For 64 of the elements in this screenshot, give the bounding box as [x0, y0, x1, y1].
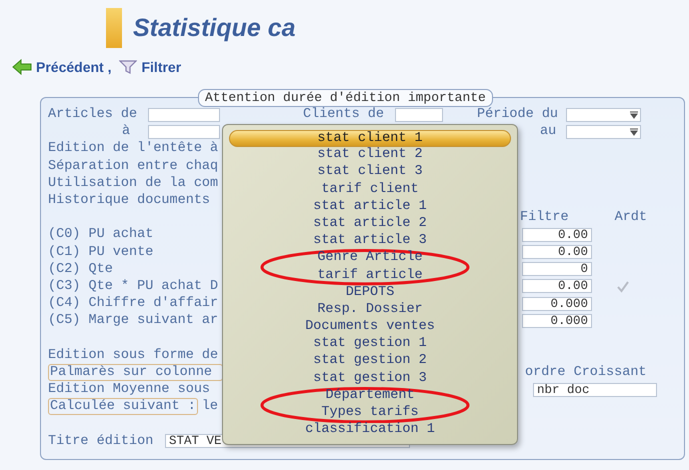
option-label: Edition Moyenne sous [48, 382, 210, 398]
back-arrow-icon [12, 59, 32, 75]
menu-item[interactable]: Documents ventes [229, 319, 511, 336]
field-label: au [540, 124, 556, 140]
menu-item[interactable]: Types tarifs [229, 405, 511, 422]
menu-item[interactable]: tarif article [229, 268, 511, 285]
date-field[interactable] [566, 108, 642, 122]
value-field[interactable]: 0.00 [522, 245, 592, 260]
column-label: (C4) Chiffre d'affair [48, 296, 218, 312]
column-label: (C5) Marge suivant ar [48, 313, 218, 328]
menu-item[interactable]: stat article 3 [229, 233, 511, 250]
column-label: (C1) PU vente [48, 244, 154, 260]
date-field[interactable] [566, 124, 642, 139]
menu-item[interactable]: Resp. Dossier [229, 302, 511, 320]
value-field[interactable]: 0.00 [522, 279, 592, 294]
menu-item[interactable]: stat gestion 1 [229, 336, 511, 354]
input-field[interactable] [148, 124, 220, 139]
field-label: à [122, 124, 132, 140]
input-field[interactable]: nbr doc [533, 382, 658, 397]
option-label: Calculée suivant : [48, 398, 198, 416]
menu-item[interactable]: stat client 2 [229, 147, 511, 164]
menu-item[interactable]: stat article 1 [229, 198, 511, 216]
menu-item[interactable]: Département [229, 388, 511, 405]
filter-icon [119, 59, 138, 75]
menu-item[interactable]: stat gestion 2 [229, 353, 511, 371]
menu-item[interactable]: stat client 1 [229, 130, 511, 148]
column-header: Filtre [520, 210, 569, 226]
option-label: Séparation entre chaq [48, 158, 218, 174]
option-label: Edition de l'entête à [48, 141, 218, 156]
value-field[interactable]: 0.000 [522, 296, 592, 311]
menu-item[interactable]: tarif client [229, 182, 511, 199]
sort-order-text: ordre Croissant [525, 364, 647, 380]
filter-link[interactable]: Filtrer [119, 59, 182, 75]
option-label: Palmarès sur colonne [48, 364, 223, 381]
value-field[interactable]: 0.000 [522, 314, 592, 328]
menu-item[interactable]: stat article 2 [229, 216, 511, 234]
back-link[interactable]: Précédent , [12, 59, 112, 75]
field-label: Période du [477, 107, 558, 122]
column-label: (C3) Qte * PU achat D [48, 278, 218, 294]
dropdown-icon [630, 128, 638, 136]
value-field[interactable]: 0.00 [522, 228, 592, 242]
menu-item[interactable]: stat client 3 [229, 164, 511, 182]
column-label: (C2) Qte [48, 262, 113, 277]
logo-bar [106, 8, 122, 48]
menu-item[interactable]: DEPOTS [229, 284, 511, 302]
menu-item[interactable]: stat gestion 3 [229, 370, 511, 388]
checkmark-icon[interactable] [616, 280, 630, 293]
option-label: Edition sous forme de [48, 348, 218, 363]
panel-legend: Attention durée d'édition importante [198, 89, 493, 107]
menu-item[interactable]: Genre Article [229, 250, 511, 268]
dropdown-icon [630, 110, 638, 119]
option-label: Utilisation de la com [48, 176, 218, 191]
column-label: (C0) PU achat [48, 227, 154, 242]
menu-item[interactable]: classification 1 [229, 422, 511, 440]
input-field[interactable] [148, 108, 220, 122]
field-label: Articles de [48, 107, 138, 122]
input-field[interactable] [395, 108, 444, 122]
page-title: Statistique ca [133, 14, 296, 42]
column-header: Ardt [614, 210, 648, 226]
value-field[interactable]: 0 [522, 262, 592, 276]
field-label: Titre édition [48, 434, 154, 449]
field-label: Clients de [303, 107, 384, 122]
option-text: le [202, 399, 218, 414]
option-label: Historique documents [48, 193, 210, 208]
